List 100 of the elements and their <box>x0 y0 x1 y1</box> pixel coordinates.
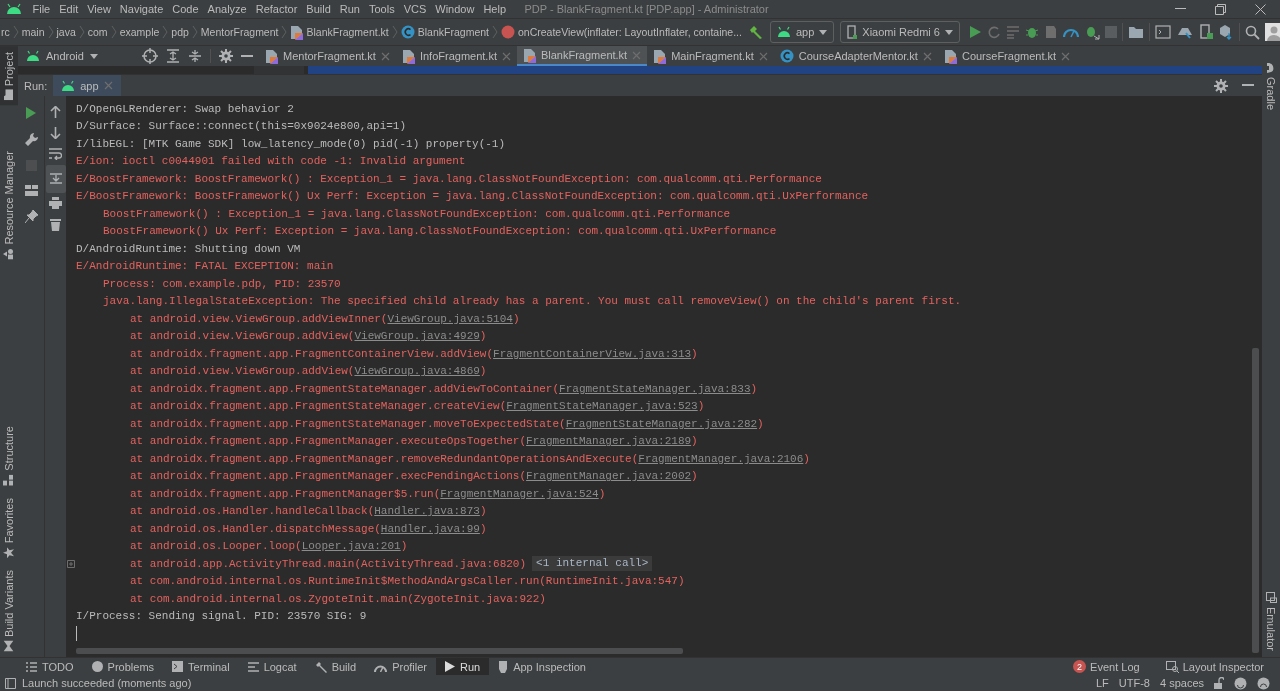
menu-item[interactable]: Code <box>167 0 204 18</box>
console-line: E/BoostFramework: BoostFramework() Ux Perf: Exception = java.lang.ClassNotFoundException: com.qualcomm.qti.UxPerformance <box>76 190 869 203</box>
tool-window-button[interactable]: Layout Inspector <box>1182 658 1264 675</box>
console-line: at com.android.internal.os.ZygoteInit.main(ZygoteInit.java:922) <box>130 592 546 605</box>
console-line: at androidx.fragment.app.FragmentManager$5.run(FragmentManager.java:524) <box>130 487 606 500</box>
menu-item[interactable]: Window <box>430 0 479 18</box>
tool-window-button[interactable]: Gradle <box>1265 56 1277 117</box>
tool-window-button[interactable]: Favorites <box>3 491 15 564</box>
tool-window-button[interactable]: Build <box>305 658 366 675</box>
console-line: I/Process: Sending signal. PID: 23570 SIG: 9 <box>76 610 367 623</box>
breadcrumb[interactable]: onCreateView(inflater: LayoutInflater, containe... <box>501 25 742 39</box>
source-link[interactable]: FragmentManager.java:2002 <box>526 470 692 483</box>
console-line: at android.view.ViewGroup.addView(ViewGroup.java:4929) <box>130 330 487 343</box>
tool-window-button[interactable]: Build Variants <box>3 563 15 657</box>
menu-item[interactable]: Navigate <box>115 0 168 18</box>
notification-badge: 2 <box>1073 660 1087 673</box>
tool-window-button[interactable]: Run <box>435 658 490 675</box>
editor-tab[interactable]: InfoFragment.kt <box>395 46 517 66</box>
menu-item[interactable]: Help <box>478 0 511 18</box>
tool-window-button[interactable]: Structure <box>3 420 15 492</box>
console-line: at androidx.fragment.app.FragmentManager.executeOpsTogether(FragmentManager.java:2189) <box>130 435 698 448</box>
console-line: at androidx.fragment.app.FragmentStateManager.addViewToContainer(FragmentStateManager.java:833) <box>130 382 758 395</box>
source-link[interactable]: ViewGroup.java:4929 <box>354 330 480 343</box>
console-line: at androidx.fragment.app.FragmentStateManager.moveToExpectedState(FragmentStateManager.java:282) <box>130 417 764 430</box>
tool-window-button[interactable]: Event Log <box>1090 658 1140 675</box>
breadcrumb[interactable]: example <box>119 26 160 38</box>
menu-item[interactable]: Refactor <box>251 0 302 18</box>
console-line: at android.view.ViewGroup.addView(ViewGroup.java:4869) <box>130 365 487 378</box>
editor-tab[interactable]: MentorFragment.kt <box>259 46 396 66</box>
console-line: at androidx.fragment.app.FragmentManager.removeRedundantOperationsAndExecute(FragmentManager.java:2106) <box>130 452 810 465</box>
source-link[interactable]: ViewGroup.java:5104 <box>387 312 513 325</box>
tool-window-button[interactable]: TODO <box>17 658 83 675</box>
console-line: E/BoostFramework: BoostFramework() : Exception_1 = java.lang.ClassNotFoundException: com.qualcomm.qti.Performance <box>76 172 822 185</box>
console-line: Process: com.example.pdp, PID: 23570 <box>103 277 341 290</box>
source-link[interactable]: FragmentManager.java:2106 <box>638 452 804 465</box>
menu-item[interactable]: VCS <box>399 0 431 18</box>
menu-item[interactable]: Analyze <box>203 0 252 18</box>
console-line: at android.os.Handler.dispatchMessage(Handler.java:99) <box>130 522 487 535</box>
console-line: at com.android.internal.os.RuntimeInit$MethodAndArgsCaller.run(RuntimeInit.java:547) <box>130 575 685 588</box>
breadcrumb[interactable]: BlankFragment <box>400 25 489 39</box>
editor-tab[interactable]: CourseFragment.kt <box>937 46 1077 66</box>
breadcrumb[interactable]: pdp <box>171 26 189 38</box>
menu-item[interactable]: File <box>28 0 55 18</box>
editor-tab[interactable]: BlankFragment.kt <box>516 46 648 66</box>
console-line: at android.app.ActivityThread.main(ActivityThread.java:6820) <box>130 557 527 570</box>
menu-item[interactable]: Run <box>335 0 365 18</box>
console-line: E/AndroidRuntime: FATAL EXCEPTION: main <box>76 260 334 273</box>
status-bar-item[interactable]: LF <box>1095 677 1109 689</box>
breadcrumb[interactable]: MentorFragment <box>200 26 279 38</box>
console-line: at android.os.Looper.loop(Looper.java:201) <box>130 540 408 553</box>
run-configuration-dropdown[interactable]: app <box>769 21 835 43</box>
breadcrumb[interactable]: main <box>21 26 45 38</box>
tool-window-button[interactable]: Logcat <box>238 658 306 675</box>
status-message[interactable]: Launch succeeded (moments ago) <box>22 677 192 689</box>
tool-window-button[interactable]: Problems <box>82 658 164 675</box>
status-bar-item[interactable]: UTF-8 <box>1118 677 1150 689</box>
tool-window-button[interactable]: Resource Manager <box>3 145 15 266</box>
device-dropdown[interactable]: Xiaomi Redmi 6 <box>840 21 960 43</box>
internal-calls-badge[interactable]: <1 internal call> <box>532 556 653 572</box>
source-link[interactable]: Looper.java:201 <box>301 540 401 553</box>
panel-label: Run: <box>23 79 49 92</box>
tool-window-button[interactable]: App Inspection <box>489 658 595 675</box>
breadcrumb[interactable]: BlankFragment.kt <box>290 24 389 40</box>
editor-tab[interactable]: CourseAdapterMentor.kt <box>773 46 938 66</box>
console-line: D/Surface: Surface::connect(this=0x9024e800,api=1) <box>76 120 407 133</box>
source-link[interactable]: Handler.java:99 <box>380 522 480 535</box>
console-line: D/OpenGLRenderer: Swap behavior 2 <box>76 102 294 115</box>
tool-window-button[interactable]: Profiler <box>365 658 436 675</box>
console-line: BoostFramework() : Exception_1 = java.lang.ClassNotFoundException: com.qualcomm.qti.Performance <box>103 207 731 220</box>
project-view-dropdown[interactable]: Android <box>18 50 142 62</box>
console-line: at androidx.fragment.app.FragmentContainerView.addView(FragmentContainerView.java:313) <box>130 347 698 360</box>
console-line: at androidx.fragment.app.FragmentManager.execPendingActions(FragmentManager.java:2002) <box>130 470 698 483</box>
status-bar-item[interactable]: 4 spaces <box>1159 677 1204 689</box>
source-link[interactable]: FragmentManager.java:2189 <box>526 435 692 448</box>
console-line: java.lang.IllegalStateException: The specified child already has a parent. You must call removeView() on the child's parent first. <box>103 295 962 308</box>
breadcrumb[interactable]: java <box>56 26 76 38</box>
source-link[interactable]: ViewGroup.java:4869 <box>354 365 480 378</box>
tool-window-button[interactable]: Project <box>0 46 18 106</box>
source-link[interactable]: FragmentContainerView.java:313 <box>493 347 692 360</box>
breadcrumb[interactable]: rc <box>1 26 10 38</box>
console-line: at android.view.ViewGroup.addViewInner(ViewGroup.java:5104) <box>130 312 520 325</box>
breadcrumb[interactable]: com <box>87 26 108 38</box>
window-title: PDP - BlankFragment.kt [PDP.app] - Administrator <box>524 3 769 15</box>
tool-window-button[interactable]: Terminal <box>163 658 239 675</box>
source-link[interactable]: FragmentStateManager.java:523 <box>506 400 698 413</box>
menu-item[interactable]: Build <box>301 0 336 18</box>
run-tab[interactable]: app <box>53 74 121 97</box>
menu-item[interactable]: View <box>82 0 116 18</box>
source-link[interactable]: FragmentStateManager.java:833 <box>559 382 751 395</box>
tool-window-button[interactable]: Emulator <box>1265 585 1277 657</box>
console-line: E/ion: ioctl c0044901 failed with code -1: Invalid argument <box>76 155 466 168</box>
console-line: I/libEGL: [MTK Game SDK] low_latency_mode(0) pid(-1) property(-1) <box>76 137 506 150</box>
console-line: BoostFramework() Ux Perf: Exception = java.lang.ClassNotFoundException: com.qualcomm.qti.UxPerformance <box>103 225 777 238</box>
source-link[interactable]: FragmentStateManager.java:282 <box>565 417 758 430</box>
menu-item[interactable]: Tools <box>364 0 400 18</box>
source-link[interactable]: Handler.java:873 <box>374 505 480 518</box>
console-line: at android.os.Handler.handleCallback(Handler.java:873) <box>130 505 487 518</box>
menu-item[interactable]: Edit <box>54 0 83 18</box>
source-link[interactable]: FragmentManager.java:524 <box>440 487 599 500</box>
editor-tab[interactable]: MainFragment.kt <box>647 46 774 66</box>
